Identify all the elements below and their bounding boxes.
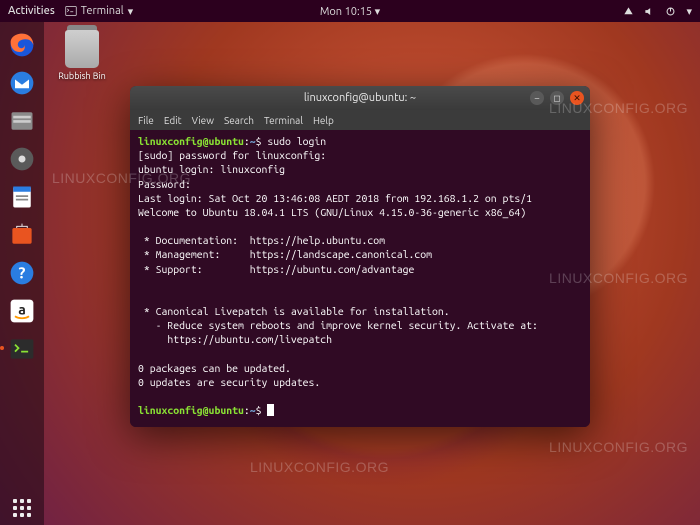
chevron-down-icon: ▾ [128,5,134,18]
dock-terminal[interactable] [5,332,39,366]
svg-text:?: ? [19,263,26,281]
dock-help[interactable]: ? [5,256,39,290]
window-close-button[interactable]: ✕ [570,91,584,105]
terminal-icon [65,5,77,17]
launcher-dock: ? a [0,22,44,525]
dock-writer[interactable] [5,180,39,214]
terminal-window: linuxconfig@ubuntu: ~ – ◻ ✕ File Edit Vi… [130,86,590,427]
dock-software[interactable] [5,218,39,252]
dock-files[interactable] [5,104,39,138]
window-minimize-button[interactable]: – [530,91,544,105]
menu-search[interactable]: Search [224,115,254,126]
menu-help[interactable]: Help [313,115,334,126]
dock-rhythmbox[interactable] [5,142,39,176]
terminal-cursor [267,404,274,416]
top-bar: Activities Terminal ▾ Mon 10:15 ▾ ▾ [0,0,700,22]
activities-button[interactable]: Activities [8,5,55,17]
clock[interactable]: Mon 10:15 ▾ [320,5,380,18]
dock-thunderbird[interactable] [5,66,39,100]
power-icon [665,6,676,17]
network-icon [623,6,634,17]
menu-edit[interactable]: Edit [164,115,182,126]
watermark: LINUXCONFIG.ORG [549,439,688,455]
menu-terminal[interactable]: Terminal [264,115,303,126]
chevron-down-icon: ▾ [686,5,692,18]
app-grid-button[interactable] [13,499,31,517]
menu-file[interactable]: File [138,115,154,126]
terminal-menubar: File Edit View Search Terminal Help [130,110,590,130]
dock-firefox[interactable] [5,28,39,62]
menu-view[interactable]: View [192,115,214,126]
window-maximize-button[interactable]: ◻ [550,91,564,105]
desktop-trash[interactable]: Rubbish Bin [52,30,112,81]
trash-icon [65,30,99,68]
svg-text:a: a [18,302,26,318]
window-titlebar[interactable]: linuxconfig@ubuntu: ~ – ◻ ✕ [130,86,590,110]
terminal-body[interactable]: linuxconfig@ubuntu:~$ sudo login [sudo] … [130,130,590,427]
topbar-app-menu[interactable]: Terminal ▾ [65,5,133,18]
dock-amazon[interactable]: a [5,294,39,328]
watermark: LINUXCONFIG.ORG [250,459,389,475]
volume-icon [644,6,655,17]
window-title: linuxconfig@ubuntu: ~ [304,92,416,104]
system-status-area[interactable]: ▾ [623,5,692,18]
